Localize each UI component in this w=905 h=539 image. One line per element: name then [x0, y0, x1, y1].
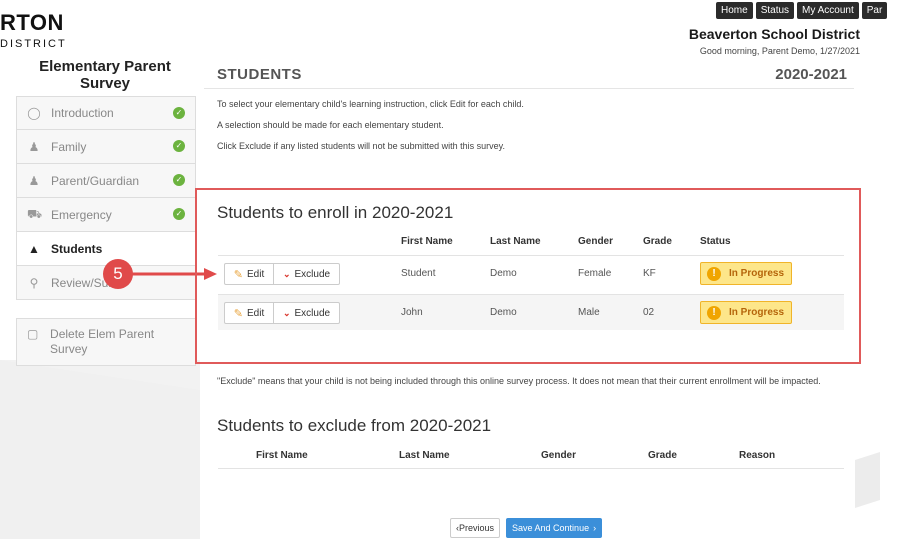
- warning-icon: !: [707, 305, 721, 320]
- user-icon: ♟: [28, 173, 40, 188]
- delete-survey-label: Delete Elem Parent Survey: [50, 327, 155, 356]
- gender-cell: Female: [578, 268, 612, 279]
- column-header: Grade: [648, 450, 677, 461]
- column-header: Status: [700, 236, 731, 247]
- check-icon: ✓: [173, 107, 185, 119]
- pencil-icon: ✎: [233, 268, 243, 281]
- sidebar-item-parent-guardian[interactable]: ♟ Parent/Guardian ✓: [16, 164, 196, 198]
- previous-label: Previous: [459, 523, 495, 533]
- divider: [218, 468, 844, 469]
- status-label: In Progress: [729, 307, 785, 318]
- graduation-cap-icon: ▲: [28, 241, 40, 256]
- edit-button[interactable]: ✎ Edit: [224, 263, 274, 285]
- column-header: First Name: [401, 236, 453, 247]
- pencil-icon: ✎: [233, 307, 243, 320]
- greeting-text: Good morning, Parent Demo, 1/27/2021: [699, 46, 860, 56]
- save-label: Save And Continue: [512, 523, 590, 533]
- exclude-label: Exclude: [294, 307, 331, 319]
- chevron-down-icon: ⌄: [282, 268, 291, 279]
- survey-title: Elementary Parent Survey: [39, 58, 171, 92]
- column-header: First Name: [256, 450, 308, 461]
- page-title: STUDENTS: [217, 66, 302, 83]
- step-annotation-badge: 5: [103, 259, 133, 289]
- sidebar-item-label: Family: [51, 139, 87, 154]
- district-name: Beaverton School District: [688, 26, 860, 42]
- instruction-text: To select your elementary child's learni…: [217, 99, 524, 109]
- edit-label: Edit: [246, 268, 265, 280]
- check-icon: ✓: [173, 140, 185, 152]
- status-badge: ! In Progress: [700, 262, 792, 285]
- first-name-cell: John: [401, 307, 423, 318]
- grade-cell: 02: [643, 307, 655, 318]
- table-row: ✎ Edit ⌄ Exclude Student Demo Female KF …: [218, 255, 844, 291]
- last-name-cell: Demo: [490, 268, 517, 279]
- search-icon: ⚲: [29, 275, 39, 290]
- table-row: ✎ Edit ⌄ Exclude John Demo Male 02 ! In …: [218, 294, 844, 330]
- sidebar-item-family[interactable]: ♟ Family ✓: [16, 130, 196, 164]
- sidebar-item-emergency[interactable]: ⛟ Emergency ✓: [16, 198, 196, 232]
- edit-label: Edit: [246, 307, 265, 319]
- last-name-cell: Demo: [490, 307, 517, 318]
- district-logo-subtitle: DISTRICT: [0, 38, 67, 50]
- warning-icon: !: [707, 266, 721, 281]
- exclude-button[interactable]: ⌄ Exclude: [273, 263, 340, 285]
- column-header: Last Name: [399, 450, 450, 461]
- chevron-right-icon: ›: [593, 523, 597, 533]
- exclude-label: Exclude: [294, 268, 331, 280]
- column-header: Last Name: [490, 236, 541, 247]
- nav-my-account-button[interactable]: My Account: [797, 2, 859, 19]
- column-header: Gender: [578, 236, 614, 247]
- top-navigation: Home Status My Account Par: [716, 2, 888, 19]
- previous-button[interactable]: ‹ Previous: [450, 518, 501, 538]
- ambulance-icon: ⛟: [27, 206, 43, 221]
- chevron-down-icon: ⌄: [282, 307, 291, 318]
- school-year: 2020-2021: [775, 66, 847, 83]
- gender-cell: Male: [578, 307, 600, 318]
- column-header: Gender: [541, 450, 577, 461]
- trash-icon: ▢: [27, 327, 39, 341]
- exclude-note: "Exclude" means that your child is not b…: [217, 376, 821, 386]
- district-logo-title: RTON: [0, 10, 64, 35]
- exclude-section-title: Students to exclude from 2020-2021: [217, 416, 492, 435]
- edit-button[interactable]: ✎ Edit: [224, 302, 274, 324]
- nav-home-button[interactable]: Home: [716, 2, 753, 19]
- divider: [204, 88, 854, 89]
- delete-survey-button[interactable]: ▢ Delete Elem Parent Survey: [16, 318, 196, 366]
- first-name-cell: Student: [401, 268, 436, 279]
- check-icon: ✓: [173, 174, 185, 186]
- grade-cell: KF: [643, 268, 656, 279]
- sidebar-item-label: Introduction: [51, 106, 114, 120]
- column-header: Reason: [739, 450, 776, 461]
- sidebar-item-label: Emergency: [51, 207, 112, 222]
- instruction-text: A selection should be made for each elem…: [217, 120, 444, 130]
- sidebar-item-introduction[interactable]: ◯ Introduction ✓: [16, 96, 196, 130]
- enroll-section-title: Students to enroll in 2020-2021: [217, 203, 454, 222]
- save-and-continue-button[interactable]: Save And Continue ›: [506, 518, 603, 538]
- nav-parent-button[interactable]: Par: [861, 2, 888, 19]
- sidebar-item-students[interactable]: ▲ Students: [16, 232, 196, 266]
- sidebar-item-label: Parent/Guardian: [51, 173, 140, 188]
- footer-actions: ‹ Previous Save And Continue ›: [450, 518, 603, 538]
- exclude-button[interactable]: ⌄ Exclude: [273, 302, 340, 324]
- nav-status-button[interactable]: Status: [755, 2, 795, 19]
- check-icon: ✓: [173, 208, 185, 220]
- status-badge: ! In Progress: [700, 301, 792, 324]
- lightbulb-icon: ◯: [27, 106, 41, 120]
- instruction-text: Click Exclude if any listed students wil…: [217, 141, 505, 151]
- sidebar-item-label: Students: [51, 241, 103, 256]
- status-label: In Progress: [729, 268, 785, 279]
- users-icon: ♟: [28, 139, 40, 154]
- column-header: Grade: [643, 236, 672, 247]
